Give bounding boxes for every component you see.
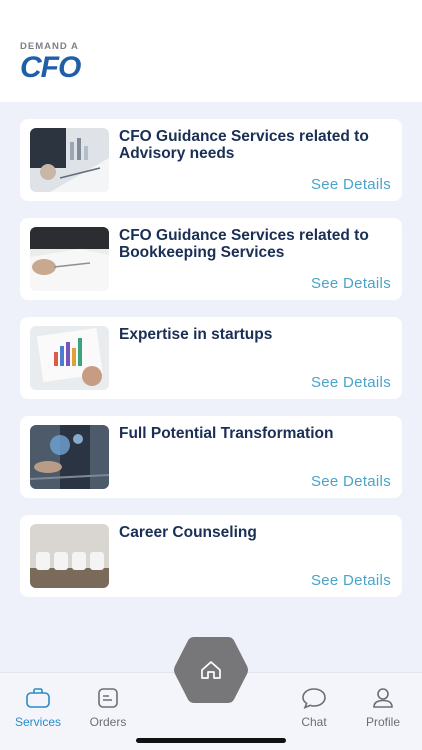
- tab-label: Services: [14, 715, 61, 729]
- see-details-link[interactable]: See Details: [311, 473, 391, 490]
- career-thumbnail: [30, 524, 109, 588]
- advisory-thumbnail: [30, 128, 109, 192]
- startups-thumbnail: [30, 326, 109, 390]
- demand-a-cfo-logo: DEMAND A CFO: [20, 42, 100, 86]
- service-title: Full Potential Transformation: [119, 425, 334, 442]
- see-details-link[interactable]: See Details: [311, 374, 391, 391]
- tab-orders[interactable]: Orders: [73, 687, 143, 729]
- tab-label: Orders: [89, 715, 127, 729]
- service-card-bookkeeping[interactable]: CFO Guidance Services related to Bookkee…: [20, 218, 402, 300]
- document-icon: [98, 688, 118, 708]
- see-details-link[interactable]: See Details: [311, 176, 391, 193]
- person-icon: [373, 688, 393, 708]
- service-card-advisory[interactable]: CFO Guidance Services related to Advisor…: [20, 119, 402, 201]
- service-card-transformation[interactable]: Full Potential Transformation See Detail…: [20, 416, 402, 498]
- service-title: CFO Guidance Services related to Advisor…: [119, 128, 369, 162]
- service-title: CFO Guidance Services related to Bookkee…: [119, 227, 369, 261]
- transformation-thumbnail: [30, 425, 109, 489]
- tab-profile[interactable]: Profile: [348, 687, 418, 729]
- home-indicator: [136, 738, 286, 743]
- services-list: CFO Guidance Services related to Advisor…: [20, 119, 402, 614]
- logo-main-text: CFO: [20, 51, 81, 84]
- tab-label: Chat: [301, 715, 327, 729]
- home-button[interactable]: [172, 634, 250, 706]
- tab-chat[interactable]: Chat: [279, 687, 349, 729]
- service-card-career[interactable]: Career Counseling See Details: [20, 515, 402, 597]
- app-header: DEMAND A CFO: [0, 0, 422, 102]
- service-title: Career Counseling: [119, 524, 257, 541]
- tab-label: Profile: [365, 715, 400, 729]
- see-details-link[interactable]: See Details: [311, 572, 391, 589]
- service-card-startups[interactable]: Expertise in startups See Details: [20, 317, 402, 399]
- chat-bubble-icon: [302, 688, 326, 709]
- tab-services[interactable]: Services: [3, 687, 73, 729]
- briefcase-icon: [26, 688, 50, 708]
- see-details-link[interactable]: See Details: [311, 275, 391, 292]
- service-title: Expertise in startups: [119, 326, 273, 343]
- bookkeeping-thumbnail: [30, 227, 109, 291]
